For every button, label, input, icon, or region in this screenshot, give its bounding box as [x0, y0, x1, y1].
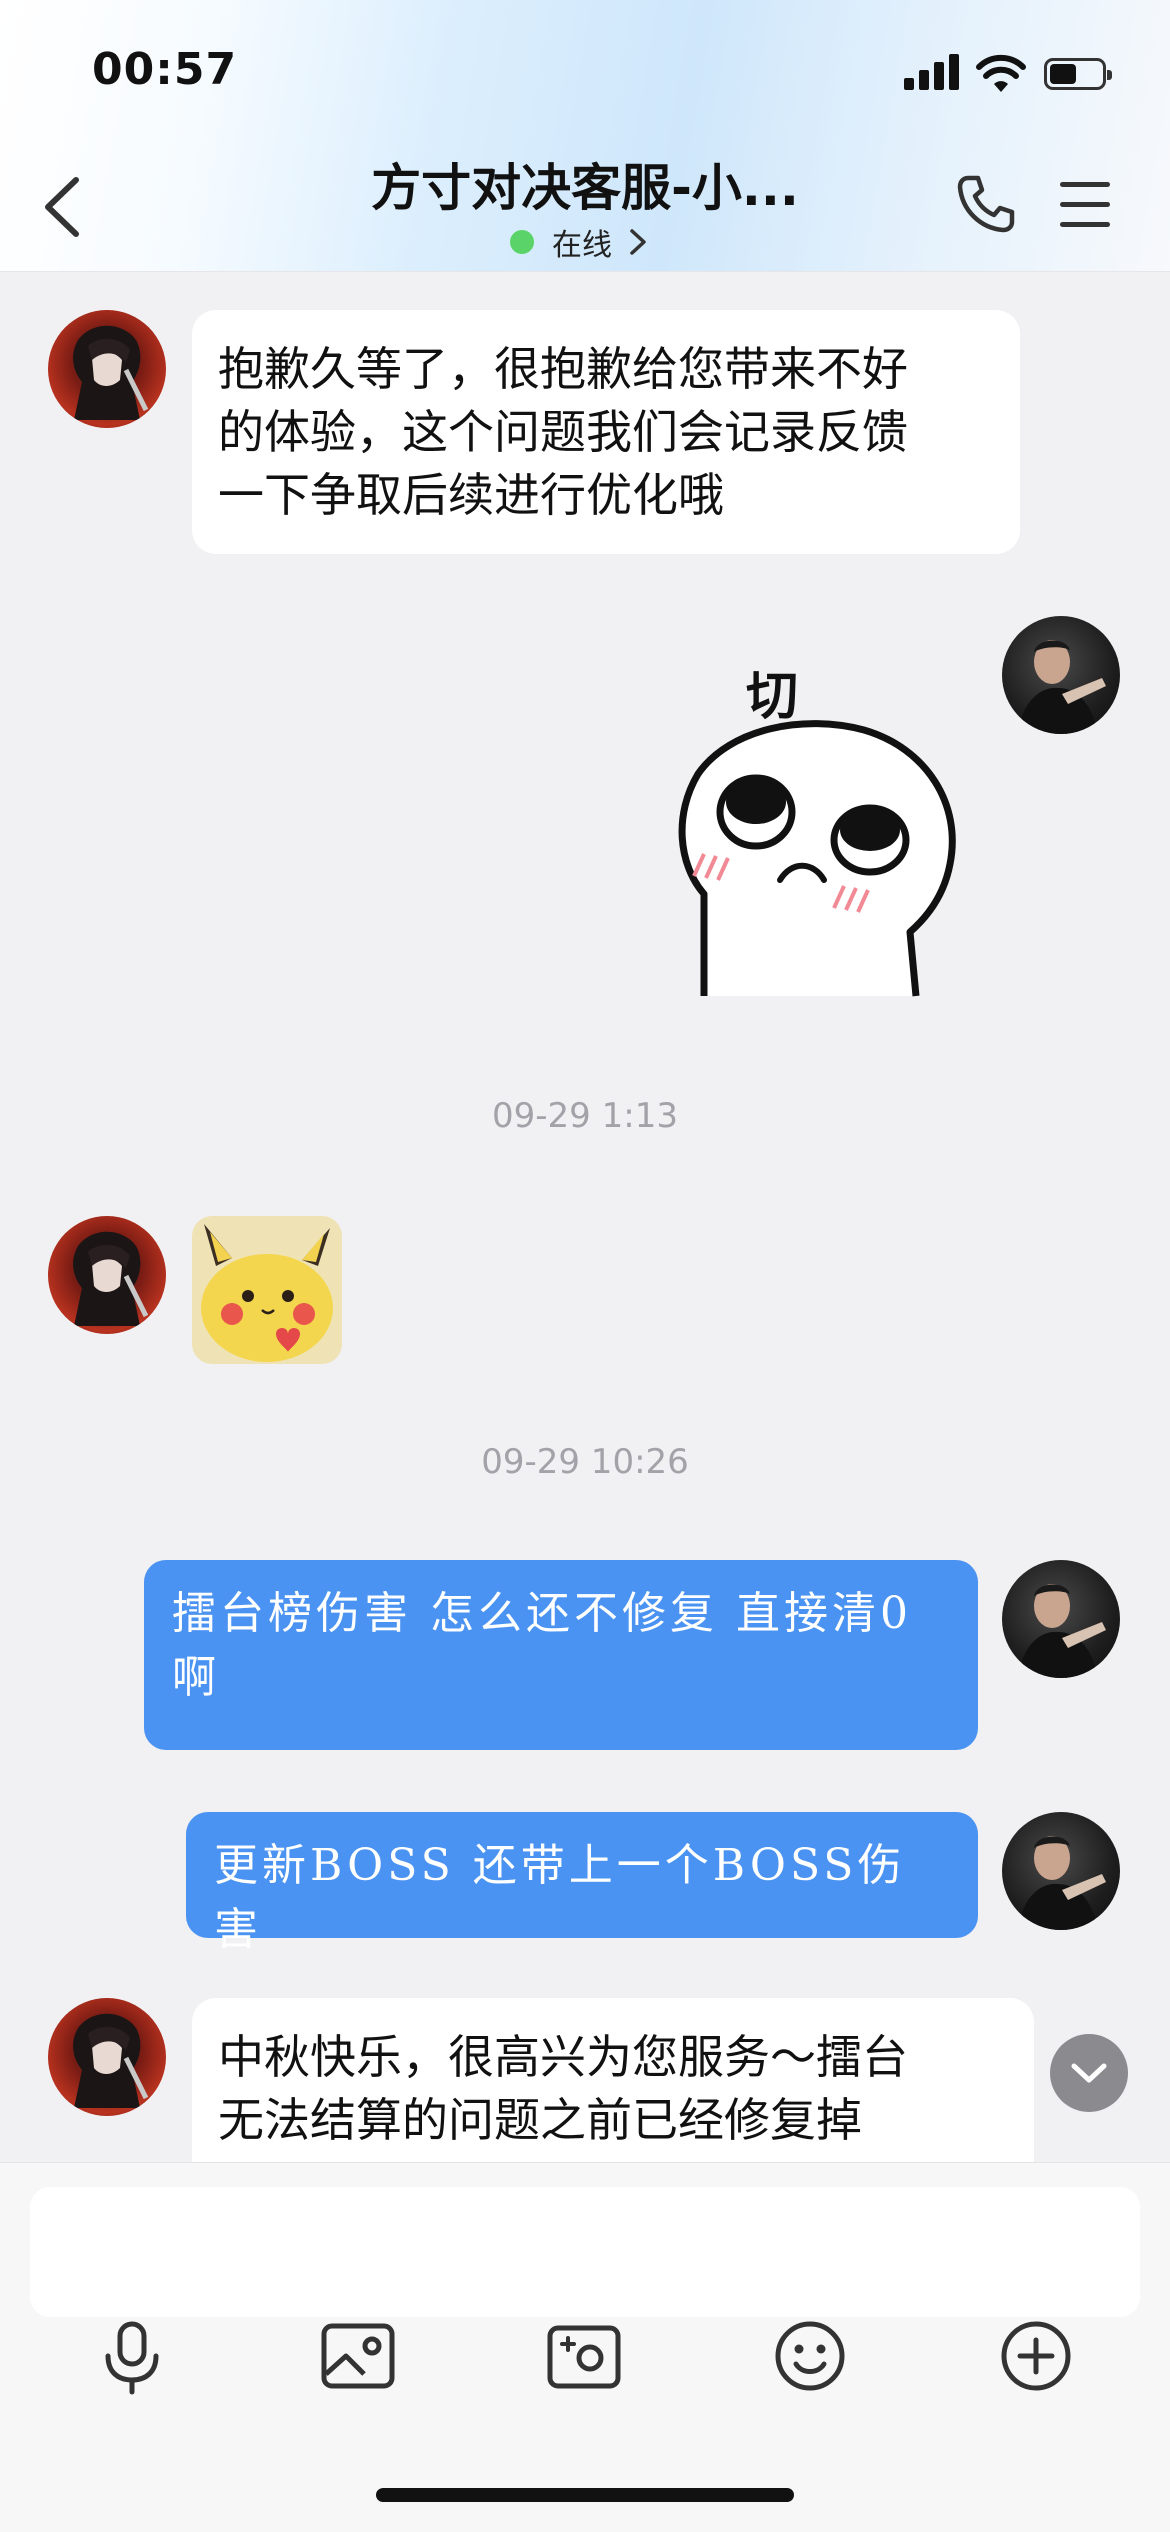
- message-input[interactable]: [30, 2187, 1140, 2317]
- scroll-to-bottom-button[interactable]: [1050, 2034, 1128, 2112]
- home-indicator: [376, 2488, 794, 2502]
- message-text-line: 中秋快乐，很高兴为您服务～擂台: [218, 2030, 908, 2084]
- pikachu-sticker-image[interactable]: [192, 1216, 342, 1364]
- message-text-line: 抱歉久等了，很抱歉给您带来不好: [218, 342, 908, 396]
- online-dot: [510, 230, 534, 254]
- message-timestamp: 09-29 10:26: [481, 1442, 689, 1482]
- cs-avatar[interactable]: [48, 1998, 166, 2116]
- message-timestamp: 09-29 1:13: [492, 1096, 678, 1136]
- message-text-line: 啊: [172, 1652, 220, 1703]
- my-avatar[interactable]: [1002, 1812, 1120, 1930]
- back-icon[interactable]: [40, 172, 90, 242]
- chevron-right-icon: [630, 229, 646, 255]
- message-text-line: 的体验，这个问题我们会记录反馈: [218, 405, 908, 459]
- emoji-icon[interactable]: [770, 2316, 850, 2396]
- cs-avatar[interactable]: [48, 310, 166, 428]
- cs-message-bubble[interactable]: 抱歉久等了，很抱歉给您带来不好 的体验，这个问题我们会记录反馈 一下争取后续进行…: [192, 310, 1020, 554]
- message-text-line: 无法结算的问题之前已经修复掉: [218, 2093, 862, 2147]
- my-message-bubble[interactable]: 擂台榜伤害 怎么还不修复 直接清0 啊: [144, 1560, 978, 1750]
- wifi-icon: [976, 54, 1026, 92]
- plus-icon[interactable]: [996, 2316, 1076, 2396]
- message-text-line: 一下争取后续进行优化哦: [218, 468, 724, 522]
- my-avatar[interactable]: [1002, 1560, 1120, 1678]
- my-avatar[interactable]: [1002, 616, 1120, 734]
- camera-icon[interactable]: [544, 2316, 624, 2396]
- my-message-bubble[interactable]: 更新BOSS 还带上一个BOSS伤害: [186, 1812, 978, 1955]
- status-icons: [904, 52, 1114, 96]
- message-text-line: 擂台榜伤害 怎么还不修复 直接清0: [172, 1588, 912, 1639]
- chevron-down-icon: [1071, 2063, 1107, 2083]
- top-bar: 00:57 方寸对决客服-小... 在线: [0, 0, 1170, 272]
- phone-icon[interactable]: [954, 172, 1018, 236]
- sticker-caption: 切: [746, 667, 798, 727]
- online-status[interactable]: 在线: [510, 220, 650, 264]
- cs-avatar[interactable]: [48, 1216, 166, 1334]
- status-time: 00:57: [92, 44, 238, 95]
- chat-title: 方寸对决客服-小...: [371, 159, 799, 217]
- image-icon[interactable]: [318, 2316, 398, 2396]
- online-status-label: 在线: [552, 228, 612, 263]
- menu-icon[interactable]: [1060, 182, 1110, 228]
- sticker-image[interactable]: 切: [664, 664, 964, 1004]
- battery-icon: [1044, 58, 1112, 90]
- cellular-signal-icon: [904, 52, 960, 92]
- message-text: 更新BOSS 还带上一个BOSS伤害: [214, 1840, 906, 1955]
- microphone-icon[interactable]: [92, 2316, 172, 2396]
